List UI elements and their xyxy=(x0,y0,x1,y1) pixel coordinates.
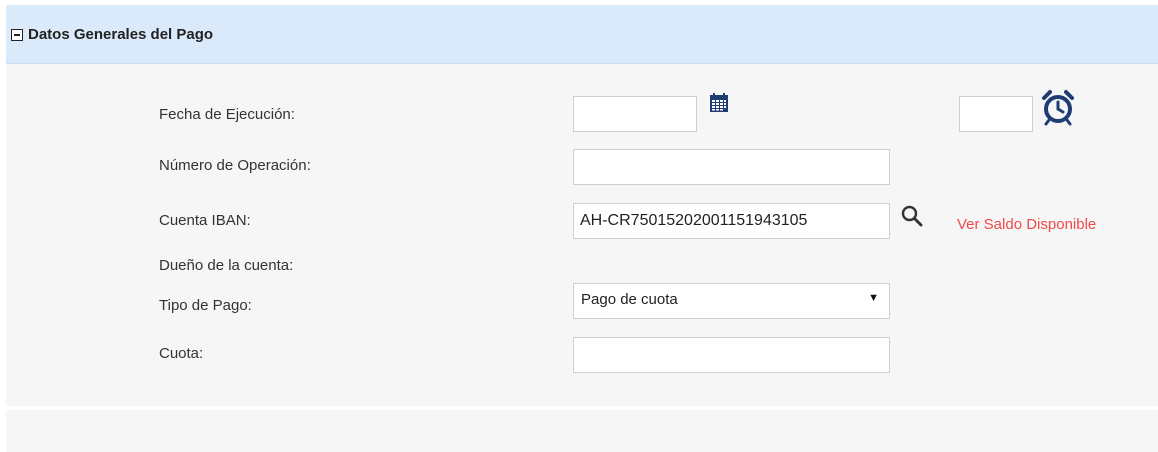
panel-footer xyxy=(6,410,1158,452)
cuenta-input[interactable] xyxy=(573,203,890,239)
caret-down-icon: ▼ xyxy=(868,292,879,304)
tipo-pago-selected-value: Pago de cuota xyxy=(581,291,678,308)
tipo-pago-label: Tipo de Pago: xyxy=(159,297,252,314)
fecha-input[interactable] xyxy=(573,96,697,132)
cuenta-label: Cuenta IBAN: xyxy=(159,212,251,229)
operacion-input[interactable] xyxy=(573,149,890,185)
cuota-label: Cuota: xyxy=(159,345,204,362)
fecha-label: Fecha de Ejecución: xyxy=(159,106,295,123)
dueno-label: Dueño de la cuenta: xyxy=(159,257,294,274)
alarm-clock-icon[interactable] xyxy=(1040,88,1076,131)
ver-saldo-link[interactable]: Ver Saldo Disponible xyxy=(957,216,1096,233)
payment-form-page: Datos Generales del Pago Fecha de Ejecuc… xyxy=(0,0,1158,452)
tipo-pago-select[interactable]: Pago de cuota ▼ xyxy=(573,283,890,319)
panel-header: Datos Generales del Pago xyxy=(6,5,1158,64)
hora-input[interactable] xyxy=(959,96,1033,132)
collapse-toggle-icon[interactable] xyxy=(11,29,23,41)
cuota-input[interactable] xyxy=(573,337,890,373)
calendar-icon[interactable] xyxy=(708,92,730,119)
search-icon[interactable] xyxy=(900,204,924,233)
panel-title: Datos Generales del Pago xyxy=(28,26,214,43)
operacion-label: Número de Operación: xyxy=(159,157,311,174)
